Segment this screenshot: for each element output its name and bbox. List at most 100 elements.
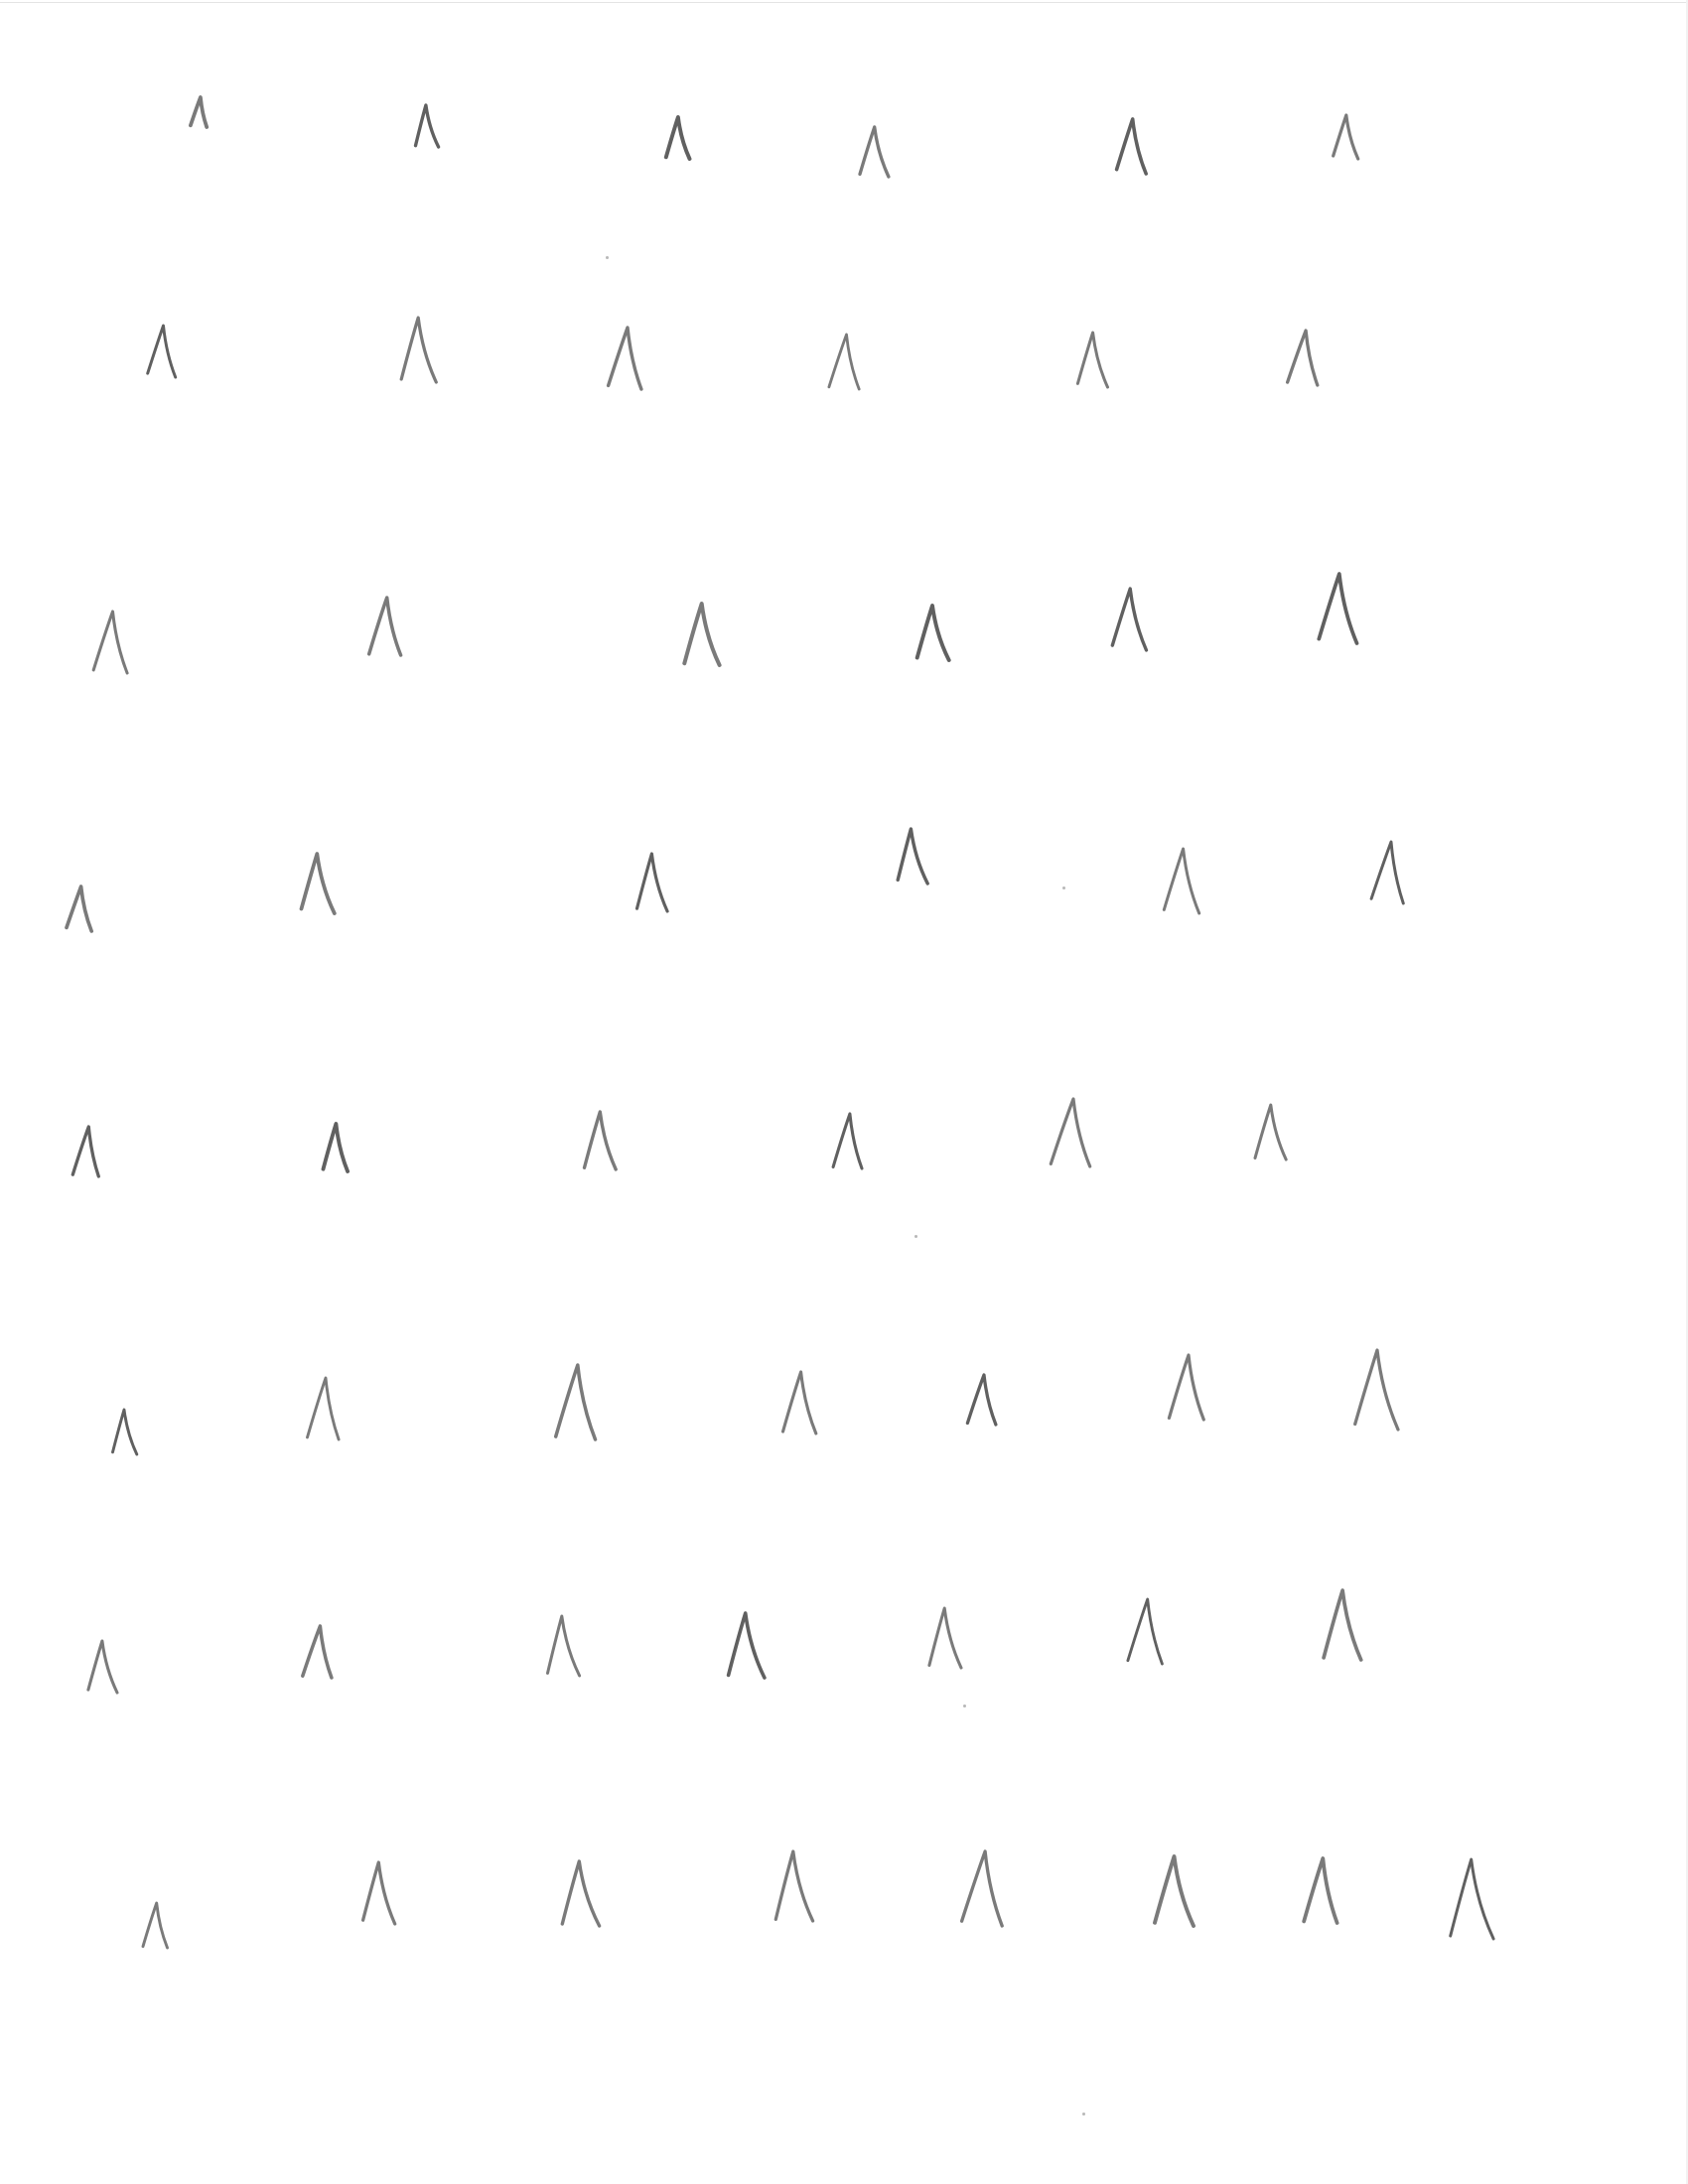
handwritten-lambda-symbol (546, 1614, 582, 1678)
lambda-stroke (1049, 1097, 1092, 1168)
paper-speck (963, 1705, 966, 1707)
lambda-stroke (1162, 847, 1200, 915)
handwritten-lambda-symbol (1167, 1353, 1205, 1422)
lambda-stroke (1110, 587, 1148, 652)
lambda-stroke (1126, 1597, 1164, 1666)
handwritten-lambda-symbol (682, 602, 722, 667)
handwritten-lambda-symbol (321, 1122, 351, 1173)
lambda-stroke (413, 103, 441, 149)
lambda-stroke (1317, 572, 1359, 645)
lambda-stroke (300, 1624, 334, 1680)
lambda-stroke (321, 1122, 351, 1173)
lambda-stroke (553, 1363, 598, 1441)
lambda-stroke (682, 602, 722, 667)
lambda-stroke (1322, 1588, 1363, 1662)
handwritten-lambda-symbol (146, 324, 178, 379)
handwritten-lambda-symbol (606, 326, 643, 391)
lambda-stroke (1285, 329, 1320, 387)
lambda-stroke (111, 1408, 139, 1456)
handwritten-lambda-symbol (1332, 113, 1360, 161)
handwritten-lambda-symbol (827, 333, 861, 391)
lambda-stroke (65, 885, 94, 933)
handwritten-lambda-symbol (959, 1849, 1004, 1928)
lambda-stroke (663, 115, 692, 161)
lambda-stroke (1167, 1353, 1205, 1422)
handwritten-lambda-symbol (188, 95, 209, 129)
handwritten-lambda-symbol (91, 610, 129, 675)
lambda-stroke (1449, 1857, 1495, 1941)
lambda-stroke (188, 95, 209, 129)
lambda-stroke (857, 125, 891, 179)
lambda-stroke (86, 1639, 119, 1695)
lambda-stroke (70, 1125, 100, 1178)
lambda-stroke (91, 610, 129, 675)
handwritten-lambda-symbol (141, 1901, 170, 1950)
scan-edge-top (0, 2, 1688, 3)
handwritten-lambda-symbol (1353, 1348, 1400, 1432)
handwritten-lambda-symbol (726, 1611, 767, 1680)
handwritten-lambda-symbol (366, 596, 403, 657)
handwritten-lambda-symbol (360, 1860, 397, 1926)
lambda-stroke (959, 1849, 1004, 1928)
handwritten-lambda-symbol (774, 1849, 815, 1923)
handwritten-lambda-symbol (305, 1376, 341, 1441)
lambda-stroke (774, 1849, 815, 1923)
lambda-stroke (1075, 331, 1109, 389)
handwritten-lambda-symbol (927, 1606, 963, 1670)
handwritten-lambda-symbol (780, 1370, 818, 1435)
handwritten-lambda-symbol (65, 885, 94, 933)
lambda-stroke (1369, 840, 1405, 905)
handwritten-lambda-symbol (1253, 1103, 1288, 1161)
paper-speck (1082, 2113, 1085, 2116)
lambda-stroke (827, 333, 861, 391)
handwritten-lambda-symbol (1322, 1588, 1363, 1662)
paper-speck (914, 1235, 917, 1238)
lambda-stroke (141, 1901, 170, 1950)
lambda-stroke (927, 1606, 963, 1670)
handwritten-lambda-symbol (663, 115, 692, 161)
lambda-stroke (726, 1611, 767, 1680)
handwritten-lambda-symbol (1369, 840, 1405, 905)
handwritten-lambda-symbol (560, 1859, 602, 1928)
handwritten-lambda-symbol (300, 1624, 334, 1680)
handwritten-lambda-symbol (914, 604, 951, 662)
lambda-stroke (1353, 1348, 1400, 1432)
handwritten-lambda-symbol (1302, 1856, 1339, 1925)
handwritten-lambda-symbol (1110, 587, 1148, 652)
lambda-stroke (582, 1110, 618, 1171)
handwritten-lambda-symbol (1049, 1097, 1092, 1168)
lambda-stroke (305, 1376, 341, 1441)
lambda-stroke (831, 1112, 864, 1170)
handwritten-lambda-symbol (634, 852, 669, 913)
lambda-stroke (146, 324, 178, 379)
lambda-stroke (634, 852, 669, 913)
lambda-stroke (896, 827, 929, 886)
lambda-stroke (965, 1373, 998, 1427)
lambda-stroke (606, 326, 643, 391)
lambda-stroke (399, 316, 438, 384)
handwritten-lambda-symbol (857, 125, 891, 179)
lambda-stroke (914, 604, 951, 662)
lambda-stroke (300, 852, 338, 915)
lambda-stroke (1332, 113, 1360, 161)
handwritten-lambda-symbol (111, 1408, 139, 1456)
handwritten-lambda-symbol (1162, 847, 1200, 915)
paper-speck (1062, 887, 1065, 889)
lambda-stroke (1153, 1854, 1196, 1928)
handwritten-lambda-symbol (1114, 117, 1148, 176)
lambda-stroke (360, 1860, 397, 1926)
lambda-stroke (1114, 117, 1148, 176)
handwritten-lambda-symbol (1153, 1854, 1196, 1928)
scanned-worksheet-page (0, 0, 1688, 2184)
lambda-stroke (560, 1859, 602, 1928)
handwritten-lambda-symbol (1449, 1857, 1495, 1941)
handwritten-lambda-symbol (896, 827, 929, 886)
lambda-stroke (780, 1370, 818, 1435)
handwritten-lambda-symbol (300, 852, 338, 915)
handwritten-lambda-symbol (70, 1125, 100, 1178)
handwritten-lambda-symbol (1317, 572, 1359, 645)
lambda-stroke (1302, 1856, 1339, 1925)
handwritten-lambda-symbol (831, 1112, 864, 1170)
handwritten-lambda-symbol (553, 1363, 598, 1441)
handwritten-lambda-symbol (965, 1373, 998, 1427)
